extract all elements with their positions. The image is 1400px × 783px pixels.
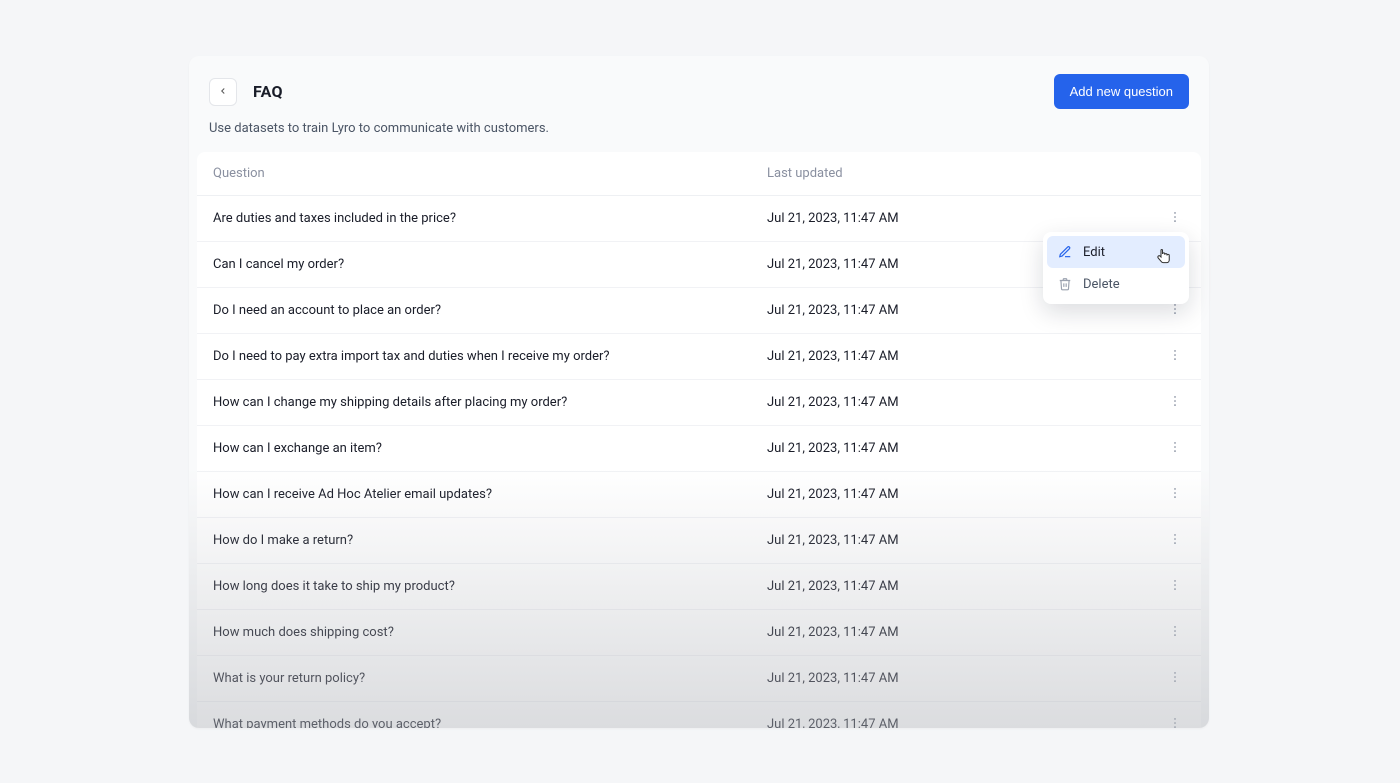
row-updated: Jul 21, 2023, 11:47 AM [767, 717, 1127, 728]
row-menu-button[interactable] [1163, 575, 1187, 599]
row-menu-button[interactable] [1163, 621, 1187, 645]
table-row[interactable]: How do I make a return?Jul 21, 2023, 11:… [197, 518, 1201, 564]
row-updated: Jul 21, 2023, 11:47 AM [767, 671, 1127, 686]
row-menu-button[interactable] [1163, 207, 1187, 231]
chevron-left-icon [218, 84, 228, 99]
dots-vertical-icon [1168, 440, 1182, 457]
row-actions [1127, 437, 1187, 461]
row-menu-button[interactable] [1163, 529, 1187, 553]
row-question: How can I exchange an item? [211, 441, 767, 456]
page-title: FAQ [253, 82, 283, 101]
row-question: Do I need an account to place an order? [211, 303, 767, 318]
row-question: How can I change my shipping details aft… [211, 395, 767, 410]
row-updated: Jul 21, 2023, 11:47 AM [767, 395, 1127, 410]
dots-vertical-icon [1168, 210, 1182, 227]
table-row[interactable]: Do I need to pay extra import tax and du… [197, 334, 1201, 380]
faq-card: FAQ Add new question Use datasets to tra… [189, 56, 1209, 728]
col-header-question: Question [211, 166, 767, 181]
table-row[interactable]: What payment methods do you accept?Jul 2… [197, 702, 1201, 728]
row-question: Do I need to pay extra import tax and du… [211, 349, 767, 364]
row-updated: Jul 21, 2023, 11:47 AM [767, 349, 1127, 364]
table-row[interactable]: What is your return policy?Jul 21, 2023,… [197, 656, 1201, 702]
row-menu-button[interactable] [1163, 437, 1187, 461]
trash-icon [1057, 276, 1073, 292]
page-subtitle: Use datasets to train Lyro to communicat… [189, 109, 1209, 152]
back-button[interactable] [209, 78, 237, 106]
col-header-updated: Last updated [767, 166, 1127, 181]
row-actions [1127, 391, 1187, 415]
row-updated: Jul 21, 2023, 11:47 AM [767, 625, 1127, 640]
context-menu-edit-label: Edit [1083, 245, 1105, 260]
row-updated: Jul 21, 2023, 11:47 AM [767, 533, 1127, 548]
row-actions [1127, 713, 1187, 729]
table-header: Question Last updated [197, 152, 1201, 196]
row-question: What is your return policy? [211, 671, 767, 686]
row-question: Can I cancel my order? [211, 257, 767, 272]
row-question: How can I receive Ad Hoc Atelier email u… [211, 487, 767, 502]
table-row[interactable]: How can I receive Ad Hoc Atelier email u… [197, 472, 1201, 518]
row-question: How long does it take to ship my product… [211, 579, 767, 594]
row-updated: Jul 21, 2023, 11:47 AM [767, 211, 1127, 226]
dots-vertical-icon [1168, 670, 1182, 687]
dots-vertical-icon [1168, 348, 1182, 365]
row-actions [1127, 621, 1187, 645]
dots-vertical-icon [1168, 302, 1182, 319]
pencil-icon [1057, 244, 1073, 260]
context-menu-delete[interactable]: Delete [1047, 268, 1185, 300]
row-menu-button[interactable] [1163, 391, 1187, 415]
row-question: How much does shipping cost? [211, 625, 767, 640]
row-updated: Jul 21, 2023, 11:47 AM [767, 441, 1127, 456]
table-row[interactable]: How long does it take to ship my product… [197, 564, 1201, 610]
pointer-cursor-icon [1155, 247, 1173, 271]
row-question: What payment methods do you accept? [211, 717, 767, 728]
header-left: FAQ [209, 78, 283, 106]
row-actions [1127, 345, 1187, 369]
row-actions [1127, 667, 1187, 691]
dots-vertical-icon [1168, 716, 1182, 728]
dots-vertical-icon [1168, 624, 1182, 641]
row-menu-button[interactable] [1163, 667, 1187, 691]
dots-vertical-icon [1168, 394, 1182, 411]
add-question-button[interactable]: Add new question [1054, 74, 1189, 109]
table-row[interactable]: How can I exchange an item?Jul 21, 2023,… [197, 426, 1201, 472]
table-row[interactable]: How can I change my shipping details aft… [197, 380, 1201, 426]
row-actions [1127, 575, 1187, 599]
row-actions [1127, 529, 1187, 553]
row-actions [1127, 207, 1187, 231]
row-actions [1127, 483, 1187, 507]
row-question: Are duties and taxes included in the pri… [211, 211, 767, 226]
table-row[interactable]: How much does shipping cost?Jul 21, 2023… [197, 610, 1201, 656]
row-menu-button[interactable] [1163, 483, 1187, 507]
row-updated: Jul 21, 2023, 11:47 AM [767, 579, 1127, 594]
card-header: FAQ Add new question [189, 56, 1209, 109]
dots-vertical-icon [1168, 578, 1182, 595]
context-menu-delete-label: Delete [1083, 277, 1120, 292]
row-menu-button[interactable] [1163, 345, 1187, 369]
dots-vertical-icon [1168, 486, 1182, 503]
row-menu-button[interactable] [1163, 713, 1187, 729]
row-question: How do I make a return? [211, 533, 767, 548]
row-updated: Jul 21, 2023, 11:47 AM [767, 487, 1127, 502]
row-updated: Jul 21, 2023, 11:47 AM [767, 303, 1127, 318]
dots-vertical-icon [1168, 532, 1182, 549]
